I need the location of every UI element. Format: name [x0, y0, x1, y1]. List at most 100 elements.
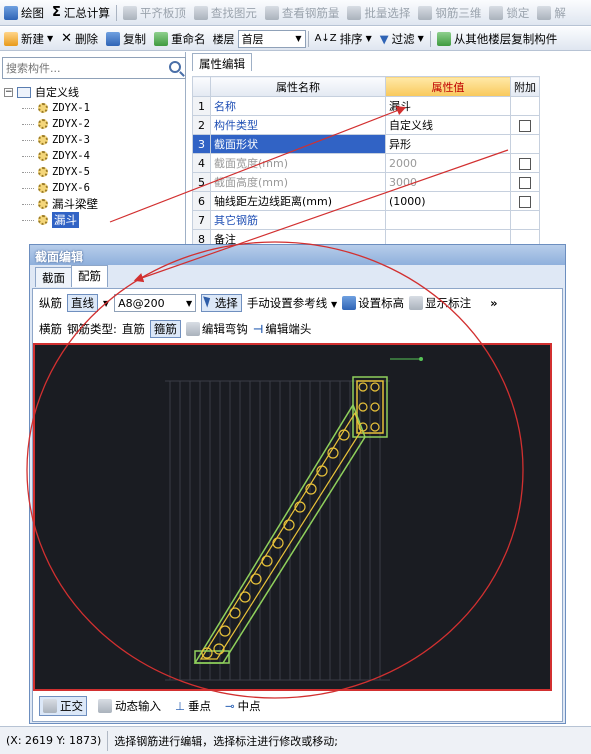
- delete-label: 删除: [75, 31, 99, 46]
- straight-rebar-button[interactable]: 直筋: [122, 321, 145, 337]
- property-value[interactable]: 异形: [385, 134, 511, 154]
- lock-button[interactable]: 锁定: [485, 2, 533, 24]
- stirrup-button[interactable]: 箍筋: [149, 320, 181, 338]
- dynamic-input-button[interactable]: 动态输入: [95, 696, 164, 716]
- find-label: 查找图元: [210, 5, 257, 20]
- longitudinal-label: 纵筋: [39, 296, 62, 310]
- level-top-button[interactable]: 平齐板顶: [119, 2, 190, 24]
- table-row[interactable]: 5 截面高度(mm) 3000: [192, 172, 540, 192]
- tab-section[interactable]: 截面: [35, 267, 72, 287]
- table-row[interactable]: 1 名称 漏斗: [192, 96, 540, 116]
- draw-button[interactable]: 绘图: [0, 2, 48, 24]
- sort-icon: A↓Z: [314, 33, 337, 44]
- tree-item[interactable]: ZDYX-5: [4, 164, 98, 180]
- extra-cell: [510, 210, 540, 230]
- tree-item-selected[interactable]: 漏斗: [4, 212, 98, 228]
- copy-from-floor-label: 从其他楼层复制构件: [453, 31, 558, 46]
- select-button[interactable]: 选择: [201, 294, 242, 312]
- property-value[interactable]: 自定义线: [385, 115, 511, 135]
- level-top-label: 平齐板顶: [139, 5, 186, 20]
- batch-select-button[interactable]: 批量选择: [343, 2, 414, 24]
- tree-item[interactable]: ZDYX-6: [4, 180, 98, 196]
- rename-button[interactable]: 重命名: [150, 28, 210, 50]
- edit-end-button[interactable]: ⊣ 编辑端头: [253, 321, 312, 337]
- property-name: 截面宽度(mm): [210, 153, 386, 173]
- copy-from-floor-button[interactable]: 从其他楼层复制构件: [433, 28, 562, 50]
- row-number: 4: [192, 153, 211, 173]
- longitudinal-rebar-toolbar: 纵筋 直线 ▼ A8@200 ▼ 选择 手动设置参考线 ▼ 设置标高 显示标注: [39, 292, 498, 314]
- tree-root[interactable]: − 自定义线: [4, 84, 98, 100]
- manual-ref-button[interactable]: 手动设置参考线 ▼: [247, 295, 337, 311]
- find-button[interactable]: 查找图元: [190, 2, 261, 24]
- component-toolbar: 新建 ▼ ✕ 删除 复制 重命名 楼层 首层 ▼ A↓Z 排序 ▼ ▼ 过滤 ▼…: [0, 27, 591, 51]
- table-row-selected[interactable]: 3 截面形状 异形: [192, 134, 540, 154]
- close-icon: ✕: [61, 31, 73, 46]
- property-grid: 属性名称 属性值 附加 1 名称 漏斗 2 构件类型 自定义线 3 截面形状 异…: [192, 76, 540, 249]
- extra-checkbox[interactable]: [519, 119, 531, 132]
- tab-rebar[interactable]: 配筋: [71, 265, 108, 287]
- status-message: 选择钢筋进行编辑，选择标注进行修改或移动;: [114, 734, 338, 748]
- search-input[interactable]: [3, 59, 163, 77]
- extra-checkbox[interactable]: [519, 176, 531, 189]
- unlock-label: 解: [554, 5, 566, 20]
- tree-item[interactable]: 漏斗梁壁: [4, 196, 98, 212]
- set-elevation-button[interactable]: 设置标高: [342, 295, 404, 311]
- hook-icon: [185, 322, 200, 336]
- divider: [307, 30, 309, 47]
- end-icon: ⊣: [252, 322, 264, 336]
- new-button[interactable]: 新建 ▼: [0, 28, 57, 50]
- cube-icon: [418, 5, 433, 20]
- draw-label: 绘图: [21, 5, 44, 20]
- overflow-chevron-icon[interactable]: »: [490, 296, 497, 310]
- property-value[interactable]: [385, 210, 511, 230]
- tab-label: 属性编辑: [199, 57, 245, 71]
- section-canvas[interactable]: [33, 343, 552, 691]
- section-drawing: [165, 357, 423, 681]
- midpoint-button[interactable]: ⊸ 中点: [222, 696, 264, 716]
- collapse-icon[interactable]: −: [4, 87, 13, 97]
- extra-cell: [510, 153, 540, 173]
- ortho-button[interactable]: 正交: [39, 696, 87, 716]
- search-icon[interactable]: [169, 61, 181, 73]
- elevation-icon: [342, 296, 357, 310]
- rebar-3d-button[interactable]: 钢筋三维: [414, 2, 485, 24]
- chevron-down-icon: ▼: [330, 300, 338, 309]
- tree-item[interactable]: ZDYX-1: [4, 100, 98, 116]
- sigma-icon: Σ: [52, 5, 61, 20]
- show-dimension-button[interactable]: 显示标注: [409, 295, 471, 311]
- sort-button[interactable]: A↓Z 排序 ▼: [311, 28, 376, 50]
- tree-item[interactable]: ZDYX-4: [4, 148, 98, 164]
- tree-item[interactable]: ZDYX-2: [4, 116, 98, 132]
- batch-select-label: 批量选择: [364, 5, 411, 20]
- property-name: 名称: [210, 96, 386, 116]
- perpendicular-button[interactable]: ⊥ 垂点: [172, 696, 214, 716]
- filter-button[interactable]: ▼ 过滤 ▼: [376, 28, 428, 50]
- main-toolbar: 绘图 Σ 汇总计算 平齐板顶 查找图元 查看钢筋量 批量选择 钢筋三维 锁定 解: [0, 0, 591, 26]
- rebar-spec-value: A8@200: [118, 296, 165, 310]
- tab-property-edit[interactable]: 属性编辑: [192, 53, 252, 71]
- tree-item[interactable]: ZDYX-3: [4, 132, 98, 148]
- rebar-spec-select[interactable]: A8@200 ▼: [114, 294, 197, 312]
- table-row[interactable]: 6 轴线距左边线距离(mm) (1000): [192, 191, 540, 211]
- delete-button[interactable]: ✕ 删除: [57, 28, 102, 50]
- component-icon: [38, 199, 48, 209]
- unlock-button[interactable]: 解: [533, 2, 570, 24]
- table-row[interactable]: 4 截面宽度(mm) 2000: [192, 153, 540, 173]
- dialog-status-toolbar: 正交 动态输入 ⊥ 垂点 ⊸ 中点: [39, 695, 264, 717]
- extra-checkbox[interactable]: [519, 157, 531, 170]
- table-row[interactable]: 7 其它钢筋: [192, 210, 540, 230]
- chevron-down-icon[interactable]: ▼: [103, 299, 109, 308]
- property-value[interactable]: (1000): [385, 191, 511, 211]
- extra-checkbox[interactable]: [519, 195, 531, 208]
- floor-select[interactable]: 首层 ▼: [237, 29, 306, 48]
- sum-button[interactable]: Σ 汇总计算: [48, 2, 114, 24]
- edit-hook-button[interactable]: 编辑弯钩: [185, 321, 248, 337]
- property-value[interactable]: 漏斗: [385, 96, 511, 116]
- table-row[interactable]: 2 构件类型 自定义线: [192, 115, 540, 135]
- divider: [429, 30, 431, 47]
- component-icon: [38, 119, 48, 129]
- line-type-button[interactable]: 直线: [67, 294, 98, 312]
- view-rebar-button[interactable]: 查看钢筋量: [261, 2, 344, 24]
- copy-button[interactable]: 复制: [102, 28, 150, 50]
- extra-cell: [510, 134, 540, 154]
